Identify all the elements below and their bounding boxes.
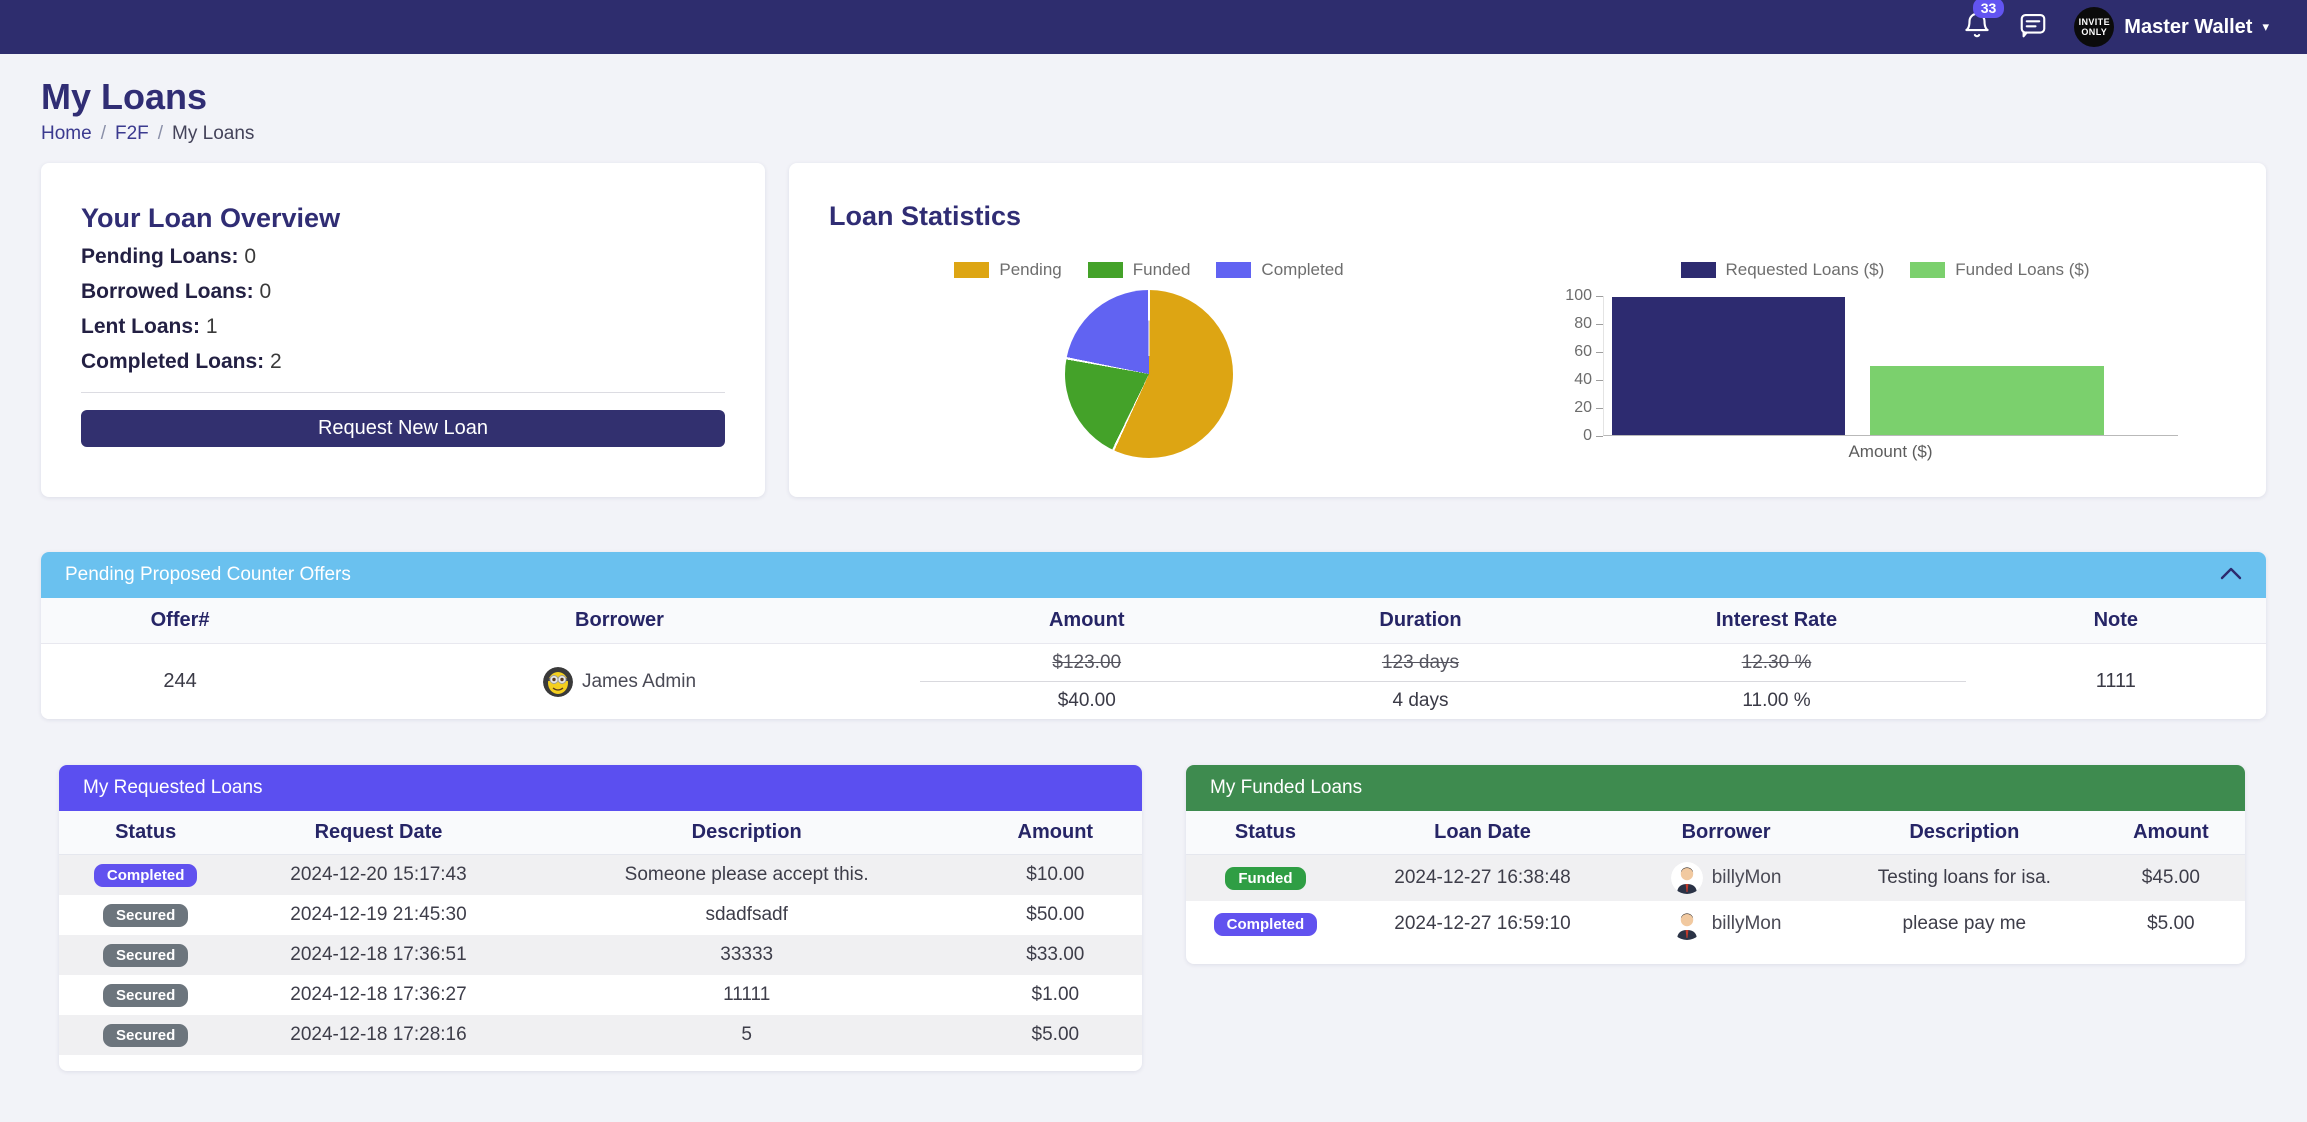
pie-chart-block: Pending Funded Completed <box>829 260 1469 462</box>
legend-swatch-requested <box>1681 262 1716 278</box>
note-cell: 1111 <box>1966 644 2266 719</box>
notification-count-badge: 33 <box>1973 0 2005 18</box>
table-row: Completed 2024-12-27 16:59:10 billyMon p… <box>1186 901 2245 947</box>
borrower-avatar <box>543 667 573 697</box>
chat-icon <box>2018 10 2048 45</box>
table-row: Secured 2024-12-19 21:45:30 sdadfsadf $5… <box>59 895 1142 935</box>
counter-offers-card: Pending Proposed Counter Offers Offer# B… <box>41 552 2266 719</box>
bar-legend: Requested Loans ($) Funded Loans ($) <box>1555 260 2215 280</box>
counter-offer-row: 244 James Admin $123.00 $ <box>41 644 2266 719</box>
statistics-title: Loan Statistics <box>829 201 2226 232</box>
requested-loans-table-header: Status Request Date Description Amount <box>59 811 1142 855</box>
table-row: Funded 2024-12-27 16:38:48 billyMon Test… <box>1186 855 2245 901</box>
bar-chart-x-label: Amount ($) <box>1603 442 2178 462</box>
completed-loans-stat: Completed Loans: 2 <box>81 350 725 374</box>
funded-loans-header: My Funded Loans <box>1186 765 2245 811</box>
bar-chart-plot <box>1603 296 2178 436</box>
breadcrumb-f2f[interactable]: F2F <box>115 123 149 145</box>
table-row: Secured 2024-12-18 17:36:27 11111 $1.00 <box>59 975 1142 1015</box>
status-badge: Completed <box>94 864 198 887</box>
requested-loans-header: My Requested Loans <box>59 765 1142 811</box>
breadcrumb-home[interactable]: Home <box>41 123 92 145</box>
funded-loans-card: My Funded Loans Status Loan Date Borrowe… <box>1186 765 2245 964</box>
borrower-name: billyMon <box>1712 867 1782 889</box>
loan-overview-card: Your Loan Overview Pending Loans: 0 Borr… <box>41 163 765 497</box>
pie-chart <box>1065 290 1233 458</box>
bar-requested-loans <box>1612 297 1845 435</box>
top-navbar: 33 INVITE ONLY Master Wallet ▾ <box>0 0 2307 54</box>
breadcrumb: Home / F2F / My Loans <box>41 123 2266 145</box>
requested-loans-card: My Requested Loans Status Request Date D… <box>59 765 1142 1071</box>
request-new-loan-button[interactable]: Request New Loan <box>81 410 725 447</box>
offer-number: 244 <box>41 644 319 719</box>
status-badge: Secured <box>103 904 188 927</box>
table-row: Completed 2024-12-20 15:17:43 Someone pl… <box>59 855 1142 895</box>
status-badge: Completed <box>1214 913 1318 936</box>
bar-chart-y-axis: 020406080100 <box>1555 296 1603 436</box>
borrower-name: billyMon <box>1712 913 1782 935</box>
loan-statistics-card: Loan Statistics Pending Funded Completed… <box>789 163 2266 497</box>
legend-swatch-pending <box>954 262 989 278</box>
pending-loans-stat: Pending Loans: 0 <box>81 245 725 269</box>
caret-down-icon: ▾ <box>2262 19 2269 35</box>
borrowed-loans-stat: Borrowed Loans: 0 <box>81 280 725 304</box>
amount-cell: $123.00 $40.00 <box>920 644 1254 719</box>
status-badge: Funded <box>1225 867 1305 890</box>
status-badge: Secured <box>103 984 188 1007</box>
bar-chart-block: Requested Loans ($) Funded Loans ($) 020… <box>1555 260 2215 462</box>
funded-loans-table-header: Status Loan Date Borrower Description Am… <box>1186 811 2245 855</box>
borrower-avatar <box>1671 908 1703 940</box>
overview-title: Your Loan Overview <box>81 203 725 234</box>
bar-funded-loans <box>1870 366 2104 436</box>
legend-swatch-funded-bar <box>1910 262 1945 278</box>
lent-loans-stat: Lent Loans: 1 <box>81 315 725 339</box>
counter-offers-header[interactable]: Pending Proposed Counter Offers <box>41 552 2266 598</box>
user-avatar: INVITE ONLY <box>2074 7 2114 47</box>
messages-button[interactable] <box>2018 10 2048 45</box>
borrower-name: James Admin <box>582 671 696 693</box>
table-row: Secured 2024-12-18 17:28:16 5 $5.00 <box>59 1015 1142 1055</box>
status-badge: Secured <box>103 944 188 967</box>
status-badge: Secured <box>103 1024 188 1047</box>
page-title: My Loans <box>41 76 2266 118</box>
counter-offers-table-header: Offer# Borrower Amount Duration Interest… <box>41 598 2266 644</box>
interest-rate-cell: 12.30 % 11.00 % <box>1587 644 1965 719</box>
user-menu[interactable]: INVITE ONLY Master Wallet ▾ <box>2074 7 2269 47</box>
breadcrumb-current: My Loans <box>172 123 254 145</box>
borrower-cell: James Admin <box>319 644 920 719</box>
notifications-button[interactable]: 33 <box>1962 10 1992 45</box>
duration-cell: 123 days 4 days <box>1254 644 1588 719</box>
legend-swatch-completed <box>1216 262 1251 278</box>
chevron-up-icon[interactable] <box>2220 564 2242 586</box>
borrower-avatar <box>1671 862 1703 894</box>
table-row: Secured 2024-12-18 17:36:51 33333 $33.00 <box>59 935 1142 975</box>
user-name: Master Wallet <box>2124 16 2252 39</box>
pie-legend: Pending Funded Completed <box>954 260 1343 280</box>
legend-swatch-funded <box>1088 262 1123 278</box>
